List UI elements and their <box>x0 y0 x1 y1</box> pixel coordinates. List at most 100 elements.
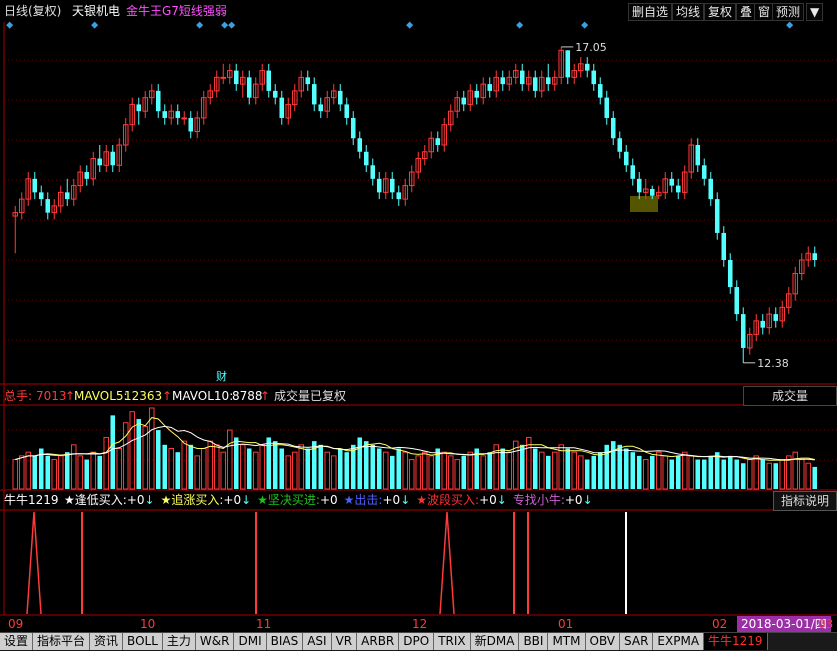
volume-total-label: 总手: <box>4 389 33 403</box>
volume-bar <box>506 451 513 490</box>
indicator-item-label: 专找小牛: <box>512 493 565 507</box>
volume-bar <box>487 452 493 489</box>
tab-3[interactable]: BOLL <box>123 633 163 650</box>
candle-body <box>669 178 675 186</box>
candle-body <box>773 314 779 321</box>
indicator-item-label: ★追涨买入: <box>160 493 224 507</box>
tab-1[interactable]: 指标平台 <box>33 633 91 650</box>
volume-bar <box>382 451 389 490</box>
tab-15[interactable]: MTM <box>548 633 586 650</box>
indicator-item-arrow: ↓ <box>144 493 155 507</box>
tab-16[interactable]: OBV <box>585 633 621 650</box>
volume-bar <box>701 459 707 489</box>
volume-bar <box>740 463 746 489</box>
candle-body <box>474 90 480 98</box>
volume-bar <box>90 451 97 490</box>
candle-body <box>435 138 441 145</box>
tab-11[interactable]: DPO <box>399 633 435 650</box>
candle-body <box>246 77 252 98</box>
volume-bar <box>792 451 799 490</box>
volume-bar <box>259 444 266 490</box>
candle-body <box>389 178 395 193</box>
tab-5[interactable]: W&R <box>195 633 235 650</box>
x-label-01: 01 <box>558 617 574 631</box>
tab-2[interactable]: 资讯 <box>90 633 124 650</box>
volume-bar <box>84 459 90 489</box>
mavol10-arrow: ↑ <box>260 389 271 403</box>
tab-12[interactable]: TRIX <box>434 633 471 650</box>
candle-body <box>97 158 103 166</box>
indicator-item-label: ★出击: <box>343 493 383 507</box>
mavol10-line <box>15 425 815 461</box>
tab-6[interactable]: DMI <box>234 633 267 650</box>
volume-bar <box>610 441 616 489</box>
tab-9[interactable]: VR <box>331 633 358 650</box>
candle-body <box>500 77 506 85</box>
tab-4[interactable]: 主力 <box>162 633 196 650</box>
x-label-03: 03 <box>818 617 834 631</box>
volume-bar <box>291 451 298 490</box>
volume-bar <box>97 455 103 489</box>
volume-bar <box>798 459 805 490</box>
volume-bar <box>246 448 252 489</box>
candle-body <box>597 84 603 98</box>
tab-0[interactable]: 设置 <box>0 633 34 650</box>
candle-body <box>636 178 642 193</box>
volume-bar <box>77 455 84 490</box>
candle-body <box>734 287 740 315</box>
volume-selector-label: 成交量 <box>771 389 808 403</box>
volume-bar <box>591 455 597 489</box>
indicator-item: 专找小牛:+0↓ <box>513 493 593 507</box>
volume-bar <box>636 455 642 489</box>
volume-bar <box>753 455 760 490</box>
volume-bar <box>538 451 545 490</box>
tab-14[interactable]: BBI <box>519 633 549 650</box>
signal-diamond-icon <box>786 21 794 29</box>
volume-bar <box>389 455 395 489</box>
current-date-box: 2018-03-01/四 <box>737 616 831 632</box>
volume-bar <box>642 459 649 490</box>
tab-19[interactable]: 牛牛1219 <box>704 633 768 650</box>
indicator-name: 牛牛1219 <box>4 493 59 507</box>
candle-body <box>649 188 655 196</box>
volume-bar <box>188 444 194 489</box>
tab-18[interactable]: EXPMA <box>653 633 705 650</box>
volume-bar <box>623 448 629 489</box>
candle-body <box>38 192 44 200</box>
indicator-item: ★波段买入:+0↓ <box>416 493 507 507</box>
signal-diamond-icon <box>581 21 589 29</box>
signal-diamond-icon <box>6 21 14 29</box>
volume-bar <box>116 448 123 490</box>
volume-bar <box>279 448 285 489</box>
candle-body <box>617 138 623 152</box>
signal-diamond-icon <box>228 21 236 29</box>
indicator-item-value: +0 <box>479 493 497 507</box>
volume-bar <box>70 444 77 490</box>
volume-bar <box>370 444 376 489</box>
tab-8[interactable]: ASI <box>303 633 332 650</box>
volume-bar <box>565 448 571 489</box>
volume-bar <box>519 444 525 489</box>
indicator-description-button[interactable]: 指标说明 <box>773 491 837 511</box>
candle-body <box>318 104 324 112</box>
x-label-09: 09 <box>8 617 24 631</box>
volume-bar <box>708 455 714 489</box>
volume-selector[interactable]: 成交量 <box>743 386 837 406</box>
tab-10[interactable]: ARBR <box>357 633 400 650</box>
volume-bar <box>57 455 64 490</box>
candle-body <box>532 77 538 91</box>
volume-bar <box>649 455 655 489</box>
tab-17[interactable]: SAR <box>620 633 654 650</box>
signal-diamond-icon <box>406 21 414 29</box>
mavol5-arrow: ↑ <box>162 389 173 403</box>
indicator-tab-bar: 设置 指标平台 资讯 BOLL 主力 W&R DMI BIAS ASI VR ARBR DPO TRIX… <box>0 632 837 651</box>
tab-13[interactable]: 新DMA <box>470 633 520 650</box>
volume-bar <box>344 452 350 489</box>
candle-body <box>487 84 493 91</box>
volume-bar <box>695 459 701 489</box>
candle-body <box>181 117 188 120</box>
candle-body <box>519 70 525 85</box>
volume-bar <box>681 451 688 490</box>
indicator-item-value: +0 <box>126 493 145 507</box>
tab-7[interactable]: BIAS <box>266 633 304 650</box>
